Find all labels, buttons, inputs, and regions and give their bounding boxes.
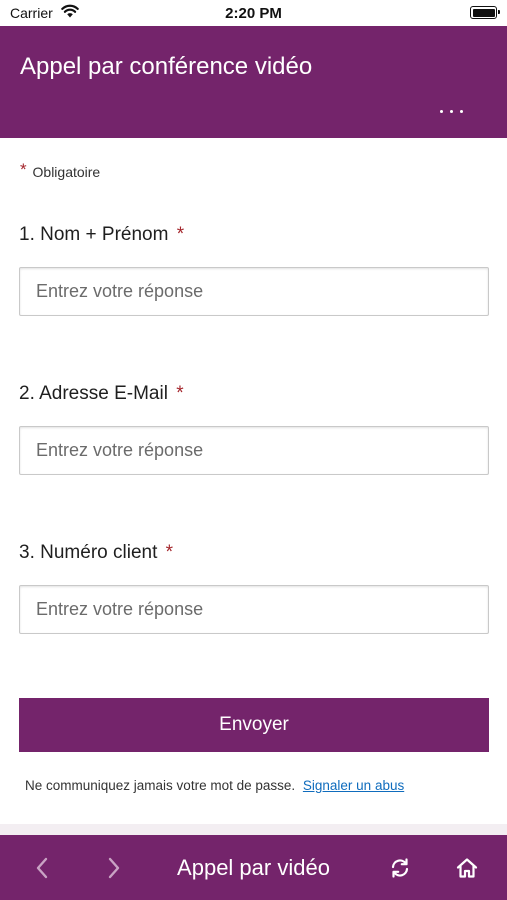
required-note: * Obligatoire — [20, 160, 100, 180]
form-header: Appel par conférence vidéo — [0, 26, 507, 138]
report-abuse-link[interactable]: Signaler un abus — [303, 778, 404, 793]
divider — [0, 824, 507, 835]
refresh-icon[interactable] — [385, 853, 415, 883]
question-title: 2. Adresse E-Mail * — [19, 383, 489, 405]
question-number: 1. — [19, 224, 35, 245]
status-time: 2:20 PM — [225, 5, 282, 22]
status-bar: Carrier 2:20 PM — [0, 0, 507, 26]
question-label: Nom + Prénom — [40, 224, 169, 245]
question-number: 2. — [19, 383, 35, 404]
submit-button[interactable]: Envoyer — [19, 698, 489, 752]
question-title: 3. Numéro client * — [19, 542, 489, 564]
required-star: * — [176, 383, 184, 404]
question-number: 3. — [19, 542, 35, 563]
toolbar-title: Appel par vidéo — [177, 855, 330, 880]
name-input[interactable] — [19, 267, 489, 316]
question-title: 1. Nom + Prénom * — [19, 224, 489, 246]
question-label: Adresse E-Mail — [39, 383, 168, 404]
bottom-toolbar: Appel par vidéo — [0, 835, 507, 900]
required-star: * — [176, 224, 185, 245]
form-title: Appel par conférence vidéo — [20, 53, 313, 80]
password-warning: Ne communiquez jamais votre mot de passe… — [25, 778, 296, 793]
question-email: 2. Adresse E-Mail * — [19, 383, 489, 475]
client-number-input[interactable] — [19, 585, 489, 634]
home-icon[interactable] — [452, 853, 482, 883]
required-star: * — [165, 542, 174, 563]
email-input[interactable] — [19, 426, 489, 475]
form-body: * Obligatoire 1. Nom + Prénom * 2. Adres… — [0, 138, 507, 824]
battery-icon — [470, 6, 500, 19]
required-star: * — [20, 160, 27, 179]
required-label: Obligatoire — [32, 164, 101, 180]
footer-note: Ne communiquez jamais votre mot de passe… — [25, 778, 404, 793]
question-name: 1. Nom + Prénom * — [19, 224, 489, 316]
question-client-number: 3. Numéro client * — [19, 542, 489, 634]
question-label: Numéro client — [40, 542, 158, 563]
more-horizontal-icon[interactable] — [437, 96, 467, 116]
